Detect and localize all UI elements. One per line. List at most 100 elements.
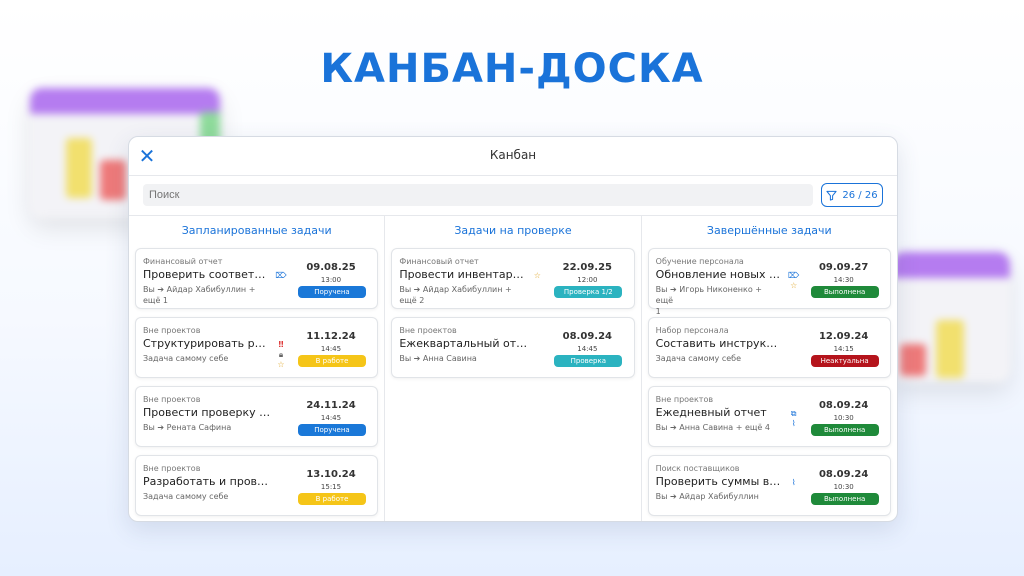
decorative-window-right <box>892 252 1010 382</box>
card-icons: ☆ <box>532 271 542 280</box>
task-card[interactable]: Вне проектов Ежеквартальный отчет Вы ➔ А… <box>391 317 635 378</box>
card-time: 14:45 <box>577 345 598 353</box>
copy-icon: ⧉ <box>790 409 797 418</box>
paperclip-icon: ⌇ <box>791 419 796 428</box>
kanban-column: Задачи на проверке Финансовый отчет Пров… <box>385 216 642 521</box>
status-badge: Неактуальна <box>810 355 879 367</box>
status-badge: Выполнена <box>810 424 879 436</box>
card-project: Вне проектов <box>143 464 201 473</box>
card-time: 14:30 <box>833 276 854 284</box>
status-badge: Поручена <box>298 286 366 298</box>
star-icon: ☆ <box>533 271 541 280</box>
card-assignee-line: Вы ➔ Анна Савина <box>399 354 477 363</box>
column-title: Задачи на проверке <box>454 224 572 237</box>
task-card[interactable]: Вне проектов Ежедневный отчет Вы ➔ Анна … <box>647 386 891 447</box>
card-time: 13:00 <box>320 276 342 284</box>
card-assignee-line: Вы ➔ Рената Сафина <box>143 423 232 432</box>
card-title: Проверить соответств... <box>143 268 271 281</box>
card-assignee-line: 1 <box>655 307 661 316</box>
card-date: 08.09.24 <box>562 331 612 342</box>
window-title: Канбан <box>489 148 537 162</box>
card-project: Поиск поставщиков <box>655 464 740 473</box>
kanban-column: Запланированные задачи Финансовый отчет … <box>129 216 386 521</box>
card-assignee-line: Вы ➔ Айдар Хабибуллин + <box>143 285 256 294</box>
card-project: Вне проектов <box>399 326 457 335</box>
card-assignee: Вы ➔ Игорь Никоненко + ещё 1 <box>656 284 781 317</box>
card-project: Вне проектов <box>655 395 714 404</box>
card-title: Провести инвентаризац... <box>399 268 527 281</box>
window-titlebar: ✕ Канбан <box>129 137 897 176</box>
card-icons: ⌦ ☆ <box>788 271 800 290</box>
status-badge: В работе <box>298 493 366 505</box>
kanban-board: Запланированные задачи Финансовый отчет … <box>129 215 897 521</box>
tag-icon: ⌦ <box>788 271 800 280</box>
card-assignee-line: Вы ➔ Анна Савина + ещё 4 <box>655 423 770 432</box>
filter-button[interactable]: 26 / 26 <box>821 183 883 207</box>
card-date: 13.10.24 <box>306 469 356 480</box>
card-title: Провести проверку обор... <box>143 406 271 419</box>
star-icon: ☆ <box>790 281 798 290</box>
task-card[interactable]: Поиск поставщиков Проверить суммы в дог.… <box>647 455 891 516</box>
task-card[interactable]: Финансовый отчет Провести инвентаризац..… <box>391 248 635 309</box>
card-project: Обучение персонала <box>655 257 744 266</box>
card-title: Разработать и провести р... <box>143 475 271 488</box>
card-project: Финансовый отчет <box>399 257 479 266</box>
card-time: 10:30 <box>833 483 854 491</box>
card-time: 10:30 <box>833 414 854 422</box>
card-assignee: Вы ➔ Анна Савина <box>399 353 524 364</box>
card-assignee: Задача самому себе <box>143 353 268 364</box>
page-headline: КАНБАН-ДОСКА <box>320 46 704 92</box>
priority-icon: ‼ <box>278 340 284 349</box>
status-badge: Проверка 1/2 <box>554 286 623 298</box>
column-title: Запланированные задачи <box>181 224 332 237</box>
status-badge: Проверка <box>554 355 623 367</box>
task-card[interactable]: Обучение персонала Обновление новых ПО..… <box>647 248 891 316</box>
card-title: Составить инструкцию - ... <box>655 337 784 350</box>
card-project: Финансовый отчет <box>143 257 223 266</box>
card-assignee-line: ещё 1 <box>143 296 169 305</box>
card-time: 14:45 <box>320 345 342 353</box>
card-date: 24.11.24 <box>306 400 356 411</box>
task-card[interactable]: Финансовый отчет Проверить соответств...… <box>135 248 379 309</box>
paperclip-icon: ⌇ <box>791 478 796 487</box>
column-title: Завершённые задачи <box>706 224 832 237</box>
card-date: 08.09.24 <box>818 469 869 480</box>
card-assignee: Вы ➔ Айдар Хабибуллин + ещё 1 <box>143 284 268 306</box>
card-title: Проверить суммы в дог... <box>655 475 784 488</box>
task-card[interactable]: Вне проектов Структурировать расх... Зад… <box>135 317 379 378</box>
task-card[interactable]: Набор персонала Составить инструкцию - .… <box>647 317 891 378</box>
card-assignee-line: Вы ➔ Айдар Хабибуллин + <box>399 285 512 294</box>
card-assignee: Вы ➔ Анна Савина + ещё 4 <box>656 422 781 433</box>
card-icons: ‼ 🔒︎ ☆ <box>276 340 286 369</box>
card-title: Структурировать расх... <box>143 337 271 350</box>
card-date: 11.12.24 <box>306 331 356 342</box>
card-date: 09.09.27 <box>818 262 869 273</box>
card-assignee: Задача самому себе <box>656 353 781 364</box>
status-badge: Выполнена <box>810 286 879 298</box>
kanban-column: Завершённые задачи Обучение персонала Об… <box>642 216 897 521</box>
lock-icon: 🔒︎ <box>278 350 284 359</box>
card-date: 09.08.25 <box>306 262 356 273</box>
card-assignee: Вы ➔ Рената Сафина <box>143 422 268 433</box>
kanban-window: ✕ Канбан 26 / 26 Запланированные задачи … <box>128 136 898 522</box>
status-badge: Поручена <box>298 424 366 436</box>
card-time: 12:00 <box>577 276 598 284</box>
card-assignee-line: Задача самому себе <box>655 354 742 363</box>
card-time: 15:15 <box>320 483 342 491</box>
card-time: 14:45 <box>320 414 342 422</box>
card-assignee: Вы ➔ Айдар Хабибуллин <box>656 491 781 502</box>
card-assignee-line: Вы ➔ Игорь Никоненко + ещё <box>655 285 762 305</box>
search-input[interactable] <box>143 184 813 206</box>
filter-icon <box>826 190 837 201</box>
card-date: 12.09.24 <box>818 331 869 342</box>
card-title: Ежеквартальный отчет <box>399 337 528 350</box>
tag-icon: ⌦ <box>275 271 287 280</box>
card-project: Вне проектов <box>143 326 201 335</box>
card-icons: ⌇ <box>789 478 799 487</box>
task-card[interactable]: Вне проектов Разработать и провести р...… <box>135 455 379 516</box>
card-project: Вне проектов <box>143 395 201 404</box>
task-card[interactable]: Вне проектов Провести проверку обор... В… <box>135 386 379 447</box>
card-date: 22.09.25 <box>562 262 612 273</box>
card-assignee-line: Задача самому себе <box>143 492 229 501</box>
card-assignee-line: ещё 2 <box>399 296 425 305</box>
